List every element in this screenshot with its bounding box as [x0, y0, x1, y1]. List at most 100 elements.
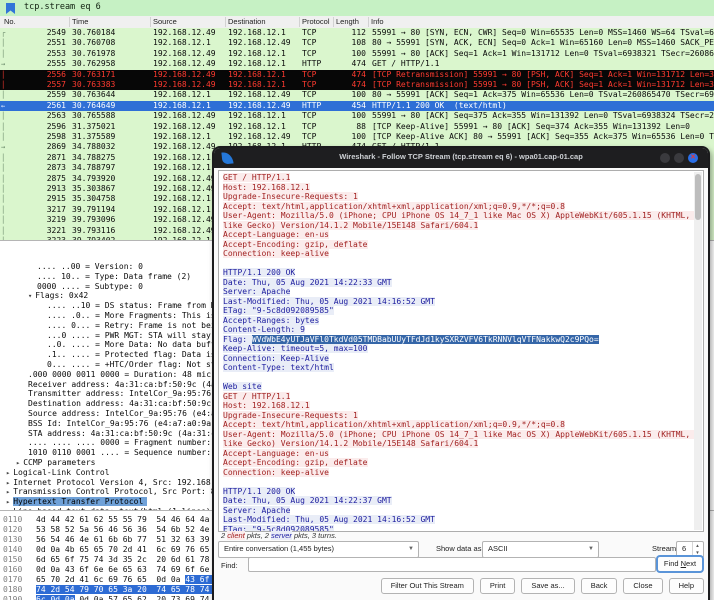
stream-segment: ETag: "9-5c8d092089585" — [223, 306, 334, 315]
hex-bytes-plain: 65 70 2d 41 6c 69 76 65 0d 0a — [36, 575, 185, 584]
cell-no: 2553 — [14, 49, 66, 59]
detail-text: 0000 .... = Subtype: 0 — [37, 282, 143, 291]
column-separator[interactable] — [69, 17, 70, 27]
filter-out-this-stream-button[interactable]: Filter Out This Stream — [381, 578, 474, 594]
column-separator[interactable] — [150, 17, 151, 27]
column-header-source[interactable]: Source — [153, 17, 177, 26]
server-data-line: Content-Length: 9 — [223, 325, 691, 335]
collapsed-arrow-icon[interactable]: ▸ — [6, 488, 10, 496]
cell-mark: → — [1, 142, 13, 152]
help-button[interactable]: Help — [669, 578, 704, 594]
detail-line[interactable]: 0000 .... = Subtype: 0 — [37, 282, 143, 292]
detail-text: 1010 0110 0001 .... = Sequence number: 2… — [28, 448, 235, 457]
maximize-button[interactable] — [674, 153, 684, 163]
cell-mark: │ — [1, 215, 13, 225]
collapsed-arrow-icon[interactable]: ▸ — [6, 469, 10, 477]
cell-mark: │ — [1, 184, 13, 194]
detail-line[interactable]: .... .... .... 0000 = Fragment number: 0 — [28, 438, 221, 448]
cell-time: 30.760708 — [72, 38, 115, 48]
spinner-arrows-icon[interactable]: ▲▼ — [692, 542, 702, 557]
server-data-line: Flag: WVdWbE4yUTJaVFl0TkdVd05TMDBabUUyTF… — [223, 335, 691, 345]
cell-len: 100 — [330, 49, 366, 59]
table-row[interactable]: │255930.763644192.168.12.1192.168.12.49T… — [0, 90, 714, 100]
detail-text: CCMP parameters — [23, 458, 95, 467]
column-separator[interactable] — [225, 17, 226, 27]
detail-line[interactable]: .... ..00 = Version: 0 — [37, 262, 143, 272]
cell-mark: │ — [1, 205, 13, 215]
hex-bytes: 0d 0a 4b 65 65 70 2d 41 6c 69 76 65 3a — [36, 545, 224, 555]
print-button[interactable]: Print — [480, 578, 515, 594]
detail-line[interactable]: ...0 .... = PWR MGT: STA will stay up — [47, 331, 225, 341]
cell-src: 192.168.12.1 — [153, 90, 211, 100]
stream-segment: Accept-Ranges: bytes — [223, 316, 319, 325]
cell-mark: │ — [1, 132, 13, 142]
cell-len: 112 — [330, 28, 366, 38]
stream-segment: User-Agent: Mozilla/5.0 (iPhone; CPU iPh… — [223, 430, 695, 449]
client-data-line: Accept: text/html,application/xhtml+xml,… — [223, 202, 691, 212]
cell-info: [TCP Retransmission] 55991 → 80 [PSH, AC… — [372, 80, 714, 90]
detail-text: ..0. .... = More Data: No data buffered — [47, 340, 235, 349]
table-row[interactable]: →255530.762958192.168.12.49192.168.12.1H… — [0, 59, 714, 69]
save-as-button[interactable]: Save as... — [521, 578, 574, 594]
display-filter-input[interactable]: tcp.stream eq 6 — [24, 2, 101, 12]
stream-scrollbar[interactable] — [694, 172, 702, 530]
collapsed-arrow-icon[interactable]: ▸ — [6, 479, 10, 487]
cell-no: 2556 — [14, 70, 66, 80]
column-separator[interactable] — [299, 17, 300, 27]
column-header-time[interactable]: Time — [72, 17, 88, 26]
cell-dst: 192.168.12.1 — [228, 49, 286, 59]
collapsed-arrow-icon[interactable]: ▸ — [6, 498, 10, 506]
stream-segment: Connection: keep-alive — [223, 468, 329, 477]
show-data-as-label: Show data as — [436, 541, 481, 556]
collapsed-arrow-icon[interactable]: ▸ — [16, 459, 20, 467]
table-row[interactable]: │255330.761978192.168.12.49192.168.12.1T… — [0, 49, 714, 59]
detail-line[interactable]: ..0. .... = More Data: No data buffered — [47, 340, 235, 350]
expanded-arrow-icon[interactable]: ▾ — [28, 292, 32, 300]
conversation-select[interactable]: Entire conversation (1,455 bytes) ▼ — [218, 541, 419, 558]
hex-bytes: 0d 0a 43 6f 6e 6e 65 63 74 69 6f 6e 3a — [36, 565, 224, 575]
table-row[interactable]: │255130.760708192.168.12.1192.168.12.49T… — [0, 38, 714, 48]
hex-offset: 0140 — [3, 545, 22, 555]
display-filter-bar[interactable]: tcp.stream eq 6 — [0, 0, 714, 17]
cell-src: 192.168.12.49 — [153, 111, 216, 121]
stream-content-area[interactable]: GET / HTTP/1.1Host: 192.168.12.1Upgrade-… — [218, 170, 704, 532]
detail-line[interactable]: .... 10.. = Type: Data frame (2) — [37, 272, 191, 282]
stream-segment: Connection: keep-alive — [223, 249, 329, 258]
table-row[interactable]: │255730.763383192.168.12.49192.168.12.1T… — [0, 80, 714, 90]
hex-bytes-plain: 0d 0a 4b 65 65 70 2d 41 6c 69 76 65 3a — [36, 545, 224, 554]
detail-line[interactable]: 1010 0110 0001 .... = Sequence number: 2… — [28, 448, 235, 458]
minimize-button[interactable] — [660, 153, 670, 163]
column-header-no[interactable]: No. — [4, 17, 16, 26]
show-data-as-select[interactable]: ASCII ▼ — [482, 541, 599, 558]
cell-mark: │ — [1, 38, 13, 48]
dialog-titlebar[interactable]: Wireshark - Follow TCP Stream (tcp.strea… — [214, 148, 708, 168]
hex-offset: 0130 — [3, 535, 22, 545]
column-header-protocol[interactable]: Protocol — [302, 17, 330, 26]
cell-no: 2563 — [14, 111, 66, 121]
find-next-button[interactable]: Find Next — [657, 556, 703, 572]
cell-proto: TCP — [302, 28, 316, 38]
cell-no: 2559 — [14, 90, 66, 100]
show-data-as-value: ASCII — [488, 544, 508, 553]
table-row[interactable]: ←256130.764649192.168.12.1192.168.12.49H… — [0, 101, 714, 111]
column-header-destination[interactable]: Destination — [228, 17, 266, 26]
cell-proto: TCP — [302, 38, 316, 48]
stream-scrollbar-thumb[interactable] — [695, 174, 701, 220]
filter-bookmark-icon[interactable] — [6, 3, 15, 14]
column-separator[interactable] — [333, 17, 334, 27]
table-row[interactable]: │259831.375589192.168.12.1192.168.12.49T… — [0, 132, 714, 142]
close-button[interactable]: Close — [623, 578, 662, 594]
client-data-line: Connection: keep-alive — [223, 468, 691, 478]
back-button[interactable]: Back — [581, 578, 618, 594]
column-separator[interactable] — [368, 17, 369, 27]
table-row[interactable]: ┌254930.760184192.168.12.49192.168.12.1T… — [0, 28, 714, 38]
column-header-length[interactable]: Length — [336, 17, 359, 26]
column-header-info[interactable]: Info — [371, 17, 384, 26]
cell-mark: ┌ — [1, 28, 13, 38]
close-window-icon[interactable]: ✕ — [688, 153, 698, 163]
table-row[interactable]: │259631.375021192.168.12.49192.168.12.1T… — [0, 122, 714, 132]
table-row[interactable]: │256330.765588192.168.12.49192.168.12.1T… — [0, 111, 714, 121]
find-input[interactable] — [248, 557, 656, 572]
cell-src: 192.168.12.49 — [153, 28, 216, 38]
table-row[interactable]: │255630.763171192.168.12.49192.168.12.1T… — [0, 70, 714, 80]
